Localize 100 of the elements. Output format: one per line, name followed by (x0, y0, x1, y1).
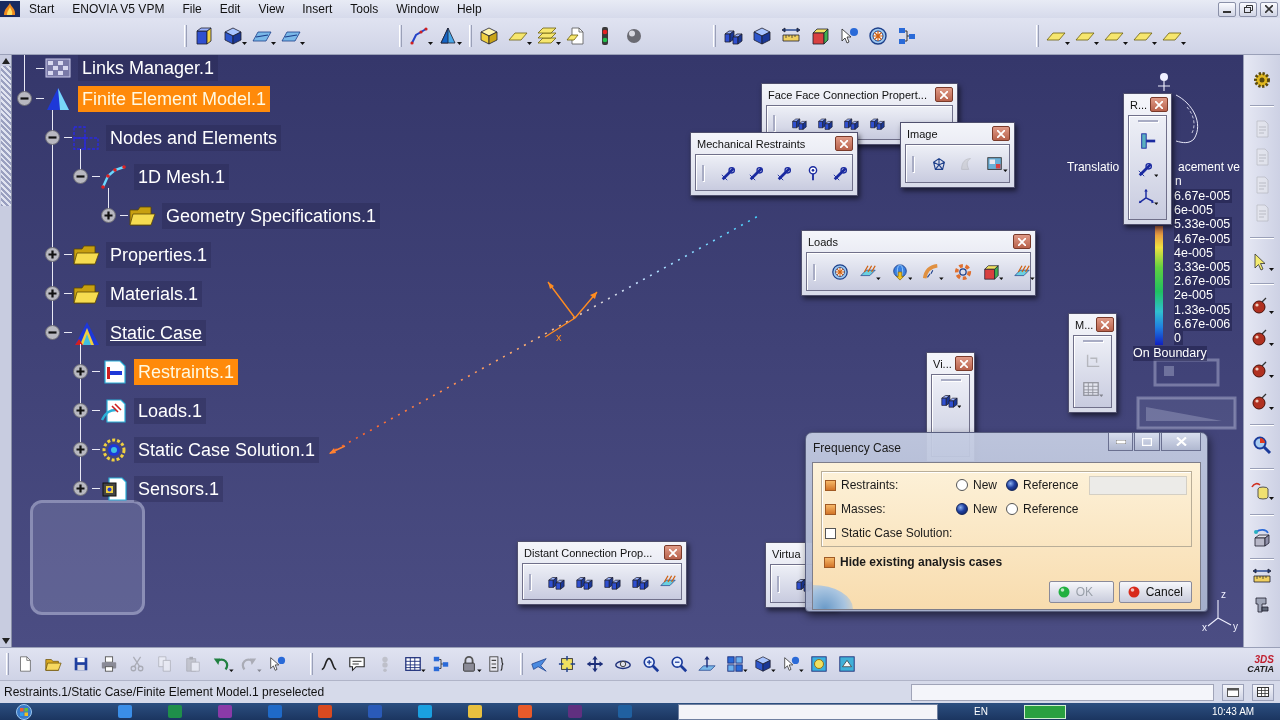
menu-item[interactable]: Insert (293, 0, 342, 18)
undo-icon[interactable] (212, 655, 234, 673)
view-grid-icon[interactable] (726, 655, 748, 673)
tree-item[interactable]: Nodes and Elements (106, 124, 282, 151)
scrollbar-thumb[interactable] (0, 66, 11, 206)
plus-icon[interactable] (72, 403, 88, 418)
force-arrows-icon[interactable] (859, 262, 881, 281)
up-arrow-icon[interactable] (1, 58, 10, 64)
globe-icon[interactable] (890, 262, 913, 281)
network-icon[interactable] (432, 655, 450, 673)
close-button[interactable] (1096, 317, 1115, 332)
fused-ball-icon[interactable] (1250, 391, 1274, 411)
checkbox[interactable] (824, 556, 835, 568)
database-icon[interactable] (1250, 481, 1274, 501)
radio-button[interactable] (956, 479, 968, 491)
fused-ball-icon[interactable] (1250, 295, 1274, 315)
fused-ball-icon[interactable] (1250, 359, 1274, 379)
wall-support-icon[interactable] (1138, 132, 1157, 150)
language-indicator[interactable]: EN (974, 706, 988, 717)
plus-icon[interactable] (100, 208, 116, 223)
pointer-circle-icon[interactable] (782, 655, 804, 673)
stacked-planes-icon[interactable] (537, 26, 561, 46)
block-icon[interactable] (810, 26, 830, 46)
curve-icon[interactable] (320, 655, 338, 673)
triangle-tile-icon[interactable] (838, 655, 856, 673)
save-icon[interactable] (72, 655, 90, 673)
tree-item[interactable]: Loads.1 (134, 397, 207, 424)
plus-icon[interactable] (44, 247, 60, 262)
close-button[interactable] (935, 87, 953, 102)
radio-button[interactable] (1006, 503, 1018, 515)
circle-tile-icon[interactable] (810, 655, 828, 673)
menu-item[interactable]: View (249, 0, 294, 18)
cone-icon[interactable] (438, 26, 462, 46)
minus-icon[interactable] (72, 169, 88, 184)
force-arrows-icon[interactable] (1013, 262, 1035, 281)
list-icon[interactable] (488, 655, 506, 673)
target-icon[interactable] (831, 262, 849, 281)
speech-bubble-icon[interactable] (348, 655, 366, 673)
paper-plane-icon[interactable] (530, 655, 548, 673)
axes-icon[interactable] (1136, 188, 1159, 206)
clock-text[interactable]: 10:43 AM (1211, 706, 1255, 717)
menu-item[interactable]: Tools (341, 0, 388, 18)
gear-icon[interactable] (1252, 70, 1272, 90)
box-icon[interactable] (194, 26, 214, 46)
block-icon[interactable] (981, 262, 1004, 281)
pointer-circle-icon[interactable] (268, 655, 286, 673)
close-button[interactable] (1260, 1, 1278, 17)
ring-icon[interactable] (953, 262, 972, 281)
cancel-button[interactable]: Cancel (1118, 581, 1192, 603)
close-button[interactable] (835, 136, 853, 151)
cube-icon[interactable] (479, 26, 499, 46)
tree-item[interactable]: Static Case (106, 319, 207, 346)
magnifier-icon[interactable] (1252, 435, 1272, 455)
image-icon[interactable] (986, 154, 1008, 173)
vertical-scrollbar[interactable] (0, 55, 12, 647)
minus-icon[interactable] (44, 130, 60, 145)
minus-icon[interactable] (16, 91, 32, 106)
network-icon[interactable] (897, 26, 917, 46)
cube-icon[interactable] (752, 26, 772, 46)
tree-item[interactable]: Properties.1 (106, 241, 212, 268)
indicator-tile[interactable] (1023, 704, 1066, 719)
sheet-icon[interactable] (566, 26, 586, 46)
polyline-icon[interactable] (409, 26, 433, 46)
plus-icon[interactable] (72, 442, 88, 457)
tree-item[interactable]: 1D Mesh.1 (134, 163, 230, 190)
curved-band-icon[interactable] (922, 262, 944, 281)
cube-icon[interactable] (754, 655, 776, 673)
fit-all-icon[interactable] (558, 655, 576, 673)
close-button[interactable] (1013, 234, 1031, 249)
tree-item[interactable]: Materials.1 (106, 280, 203, 307)
maximize-button[interactable] (1134, 433, 1160, 451)
status-input-field[interactable] (911, 683, 1214, 701)
fused-ball-icon[interactable] (1250, 327, 1274, 347)
menu-item[interactable]: File (173, 0, 211, 18)
zoom-in-icon[interactable] (642, 655, 660, 673)
checkbox[interactable] (825, 527, 836, 539)
checkbox[interactable] (825, 479, 836, 491)
window-button[interactable] (1222, 683, 1244, 701)
minus-icon[interactable] (44, 325, 60, 340)
clamp-icon[interactable] (1252, 595, 1272, 615)
minimize-button[interactable] (1218, 1, 1236, 17)
close-button[interactable] (664, 545, 682, 560)
start-orb-icon[interactable] (16, 703, 32, 720)
sphere-icon[interactable] (624, 26, 644, 46)
grid-button[interactable] (1252, 683, 1274, 701)
box-icon[interactable] (1252, 528, 1272, 548)
support-bar-icon[interactable] (1136, 160, 1159, 178)
radio-button[interactable] (1006, 479, 1018, 491)
restore-button[interactable] (1239, 1, 1257, 17)
tree-item[interactable]: Static Case Solution.1 (134, 436, 320, 463)
flame-logo-icon[interactable] (0, 1, 20, 17)
menu-item[interactable]: ENOVIA V5 VPM (63, 0, 174, 18)
menu-item[interactable]: Start (20, 0, 64, 18)
plus-icon[interactable] (72, 481, 88, 496)
checkbox[interactable] (825, 503, 836, 515)
tree-item[interactable]: Sensors.1 (134, 475, 224, 502)
menu-item[interactable]: Edit (210, 0, 250, 18)
plus-icon[interactable] (44, 286, 60, 301)
pointer-circle-icon[interactable] (839, 26, 859, 46)
zoom-out-icon[interactable] (670, 655, 688, 673)
